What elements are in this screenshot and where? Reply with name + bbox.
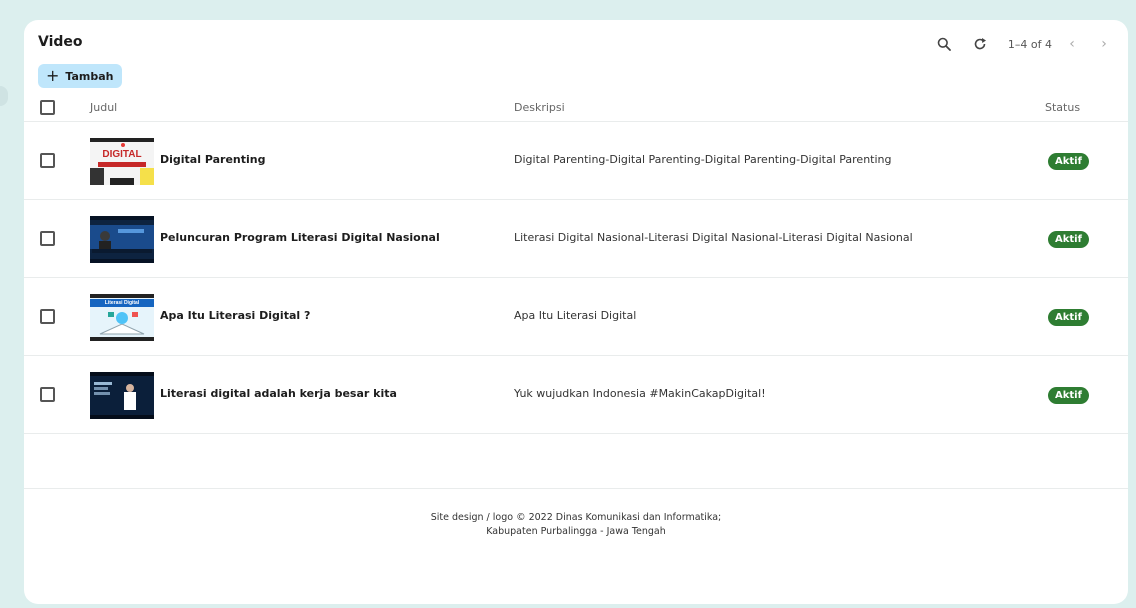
footer: Site design / logo © 2022 Dinas Komunika…	[24, 511, 1128, 539]
chevron-left-icon[interactable]: ‹	[1062, 36, 1082, 52]
thumbnail-text: Literasi Digital	[104, 300, 140, 306]
table-row[interactable]: DIGITAL Digital Parenting Digital Parent…	[24, 122, 1128, 200]
video-thumbnail[interactable]: Literasi Digital	[90, 294, 154, 341]
table-row[interactable]: Peluncuran Program Literasi Digital Nasi…	[24, 200, 1128, 278]
video-description: Yuk wujudkan Indonesia #MakinCakapDigita…	[514, 387, 766, 400]
refresh-icon	[974, 38, 986, 50]
status-badge: Aktif	[1048, 387, 1089, 404]
add-button[interactable]: + Tambah	[38, 64, 122, 88]
video-description: Apa Itu Literasi Digital	[514, 309, 637, 322]
video-title[interactable]: Peluncuran Program Literasi Digital Nasi…	[160, 231, 440, 244]
sidebar-edge-handle[interactable]	[0, 86, 8, 106]
table-header: Judul Deskripsi Status	[24, 94, 1128, 122]
refresh-button[interactable]	[968, 32, 992, 56]
row-checkbox[interactable]	[40, 231, 55, 246]
status-badge: Aktif	[1048, 153, 1089, 170]
video-table: Judul Deskripsi Status DIGITAL Digital P…	[24, 94, 1128, 434]
search-button[interactable]	[932, 32, 956, 56]
add-button-label: Tambah	[65, 69, 114, 83]
column-header-deskripsi[interactable]: Deskripsi	[514, 101, 565, 114]
card-header: Video 1–4 of 4 ‹ ›	[38, 34, 1114, 54]
video-title[interactable]: Apa Itu Literasi Digital ?	[160, 309, 310, 322]
status-badge: Aktif	[1048, 231, 1089, 248]
video-thumbnail[interactable]	[90, 216, 154, 263]
table-toolbar: 1–4 of 4 ‹ ›	[932, 34, 1114, 54]
footer-divider	[24, 488, 1128, 489]
chevron-right-icon[interactable]: ›	[1094, 36, 1114, 52]
pagination-label: 1–4 of 4	[1007, 37, 1052, 51]
video-title[interactable]: Digital Parenting	[160, 153, 265, 166]
footer-line-2: Kabupaten Purbalingga - Jawa Tengah	[486, 526, 666, 537]
status-badge: Aktif	[1048, 309, 1089, 326]
select-all-checkbox[interactable]	[40, 100, 55, 115]
row-checkbox[interactable]	[40, 387, 55, 402]
video-title[interactable]: Literasi digital adalah kerja besar kita	[160, 387, 397, 400]
video-thumbnail[interactable]: DIGITAL	[90, 138, 154, 185]
video-thumbnail[interactable]	[90, 372, 154, 419]
video-description: Literasi Digital Nasional-Literasi Digit…	[514, 231, 913, 244]
video-description: Digital Parenting-Digital Parenting-Digi…	[514, 153, 892, 166]
row-checkbox[interactable]	[40, 153, 55, 168]
thumbnail-text: DIGITAL	[102, 149, 142, 160]
page-title: Video	[38, 34, 83, 50]
video-card: Video 1–4 of 4 ‹ › + Tambah Judul Deskri…	[24, 20, 1128, 604]
search-icon	[937, 37, 951, 51]
row-checkbox[interactable]	[40, 309, 55, 324]
footer-line-1: Site design / logo © 2022 Dinas Komunika…	[430, 512, 722, 523]
table-row[interactable]: Literasi Digital Apa Itu Literasi Digita…	[24, 278, 1128, 356]
column-header-status[interactable]: Status	[1045, 101, 1080, 114]
column-header-judul[interactable]: Judul	[90, 101, 117, 114]
table-row[interactable]: Literasi digital adalah kerja besar kita…	[24, 356, 1128, 434]
plus-icon: +	[46, 66, 60, 85]
